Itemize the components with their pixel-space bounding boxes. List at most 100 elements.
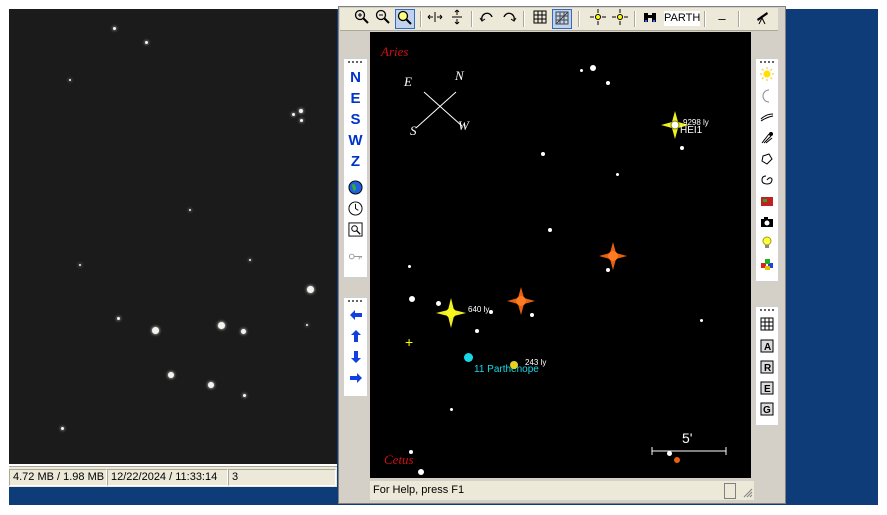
compass-n: N	[455, 68, 464, 83]
camera-icon[interactable]	[756, 215, 778, 235]
center-icon[interactable]	[588, 9, 608, 29]
star[interactable]	[475, 329, 479, 333]
photo-viewer[interactable]	[9, 9, 337, 464]
constellation-label-cetus: Cetus	[384, 452, 414, 467]
star[interactable]	[590, 65, 596, 71]
toolbar-grip[interactable]	[348, 61, 362, 66]
star[interactable]	[418, 469, 424, 475]
magnifier-icon[interactable]	[344, 222, 367, 243]
photo-status-bar: 4.72 MB / 1.98 MB 12/22/2024 / 11:33:14 …	[9, 466, 337, 487]
star[interactable]	[606, 81, 610, 85]
star[interactable]	[580, 69, 583, 72]
move-toolbar	[343, 297, 368, 397]
moon-icon[interactable]	[756, 89, 778, 109]
status-bar: For Help, press F1	[370, 481, 754, 500]
arrow-down-icon[interactable]	[344, 349, 367, 370]
asteroid-icon[interactable]	[756, 131, 778, 151]
minus-button[interactable]: –	[712, 9, 732, 29]
chart-toolbar: PARTH –	[340, 8, 778, 31]
star[interactable]	[489, 310, 493, 314]
star[interactable]	[616, 173, 619, 176]
binoculars-icon[interactable]	[640, 9, 660, 29]
star[interactable]	[700, 319, 703, 322]
compass-s: S	[410, 123, 417, 138]
label-hei1: HEI1	[680, 125, 703, 136]
svg-text:G: G	[763, 405, 771, 416]
toolbar-separator	[523, 11, 525, 27]
globe-icon[interactable]	[344, 180, 367, 201]
toolbar-separator	[471, 11, 473, 27]
zoom-fit-icon[interactable]	[395, 9, 415, 29]
arrow-left-icon[interactable]	[344, 307, 367, 328]
bulb-icon[interactable]	[756, 236, 778, 256]
star[interactable]	[667, 451, 672, 456]
orange-star-small[interactable]	[674, 457, 680, 463]
clock-icon[interactable]	[344, 201, 367, 222]
galaxy-icon[interactable]	[756, 173, 778, 193]
color-icon[interactable]	[756, 257, 778, 277]
scale-label: 5'	[682, 430, 693, 446]
label-g-icon[interactable]: G	[756, 402, 778, 422]
planet-icon[interactable]	[756, 152, 778, 172]
zoom-in-icon[interactable]	[352, 9, 372, 29]
toolbar-separator	[634, 11, 636, 27]
toolbar-grip[interactable]	[348, 300, 362, 305]
star[interactable]	[541, 152, 545, 156]
svg-text:A: A	[764, 342, 771, 353]
flip-horizontal-icon[interactable]	[425, 9, 445, 29]
zoom-out-icon[interactable]	[373, 9, 393, 29]
constellation-label-aries: Aries	[381, 44, 409, 59]
direction-w-button[interactable]: W	[344, 130, 367, 151]
yellow-star-640ly[interactable]	[436, 298, 466, 328]
target-cross: +	[405, 334, 414, 350]
direction-e-button[interactable]: E	[344, 88, 367, 109]
star[interactable]	[409, 296, 415, 302]
grid-icon[interactable]	[530, 9, 550, 29]
center-alt-icon[interactable]	[610, 9, 630, 29]
telescope-icon[interactable]	[752, 9, 772, 29]
sky-chart[interactable]: Aries Cetus N E S W 9298 ly HEI1 640 ly …	[370, 32, 751, 478]
image-datetime: 12/22/2024 / 11:33:14	[107, 469, 228, 486]
star[interactable]	[408, 265, 411, 268]
asteroid-marker[interactable]	[464, 353, 473, 362]
star-243ly[interactable]	[510, 361, 518, 369]
toolbar-grip[interactable]	[760, 309, 774, 314]
label-e-icon[interactable]: E	[756, 381, 778, 401]
sun-icon[interactable]	[756, 67, 778, 87]
direction-toolbar: N E S W Z	[343, 58, 368, 278]
object-toolbar	[755, 58, 779, 282]
svg-text:R: R	[764, 363, 772, 374]
label-r-icon[interactable]: R	[756, 360, 778, 380]
star[interactable]	[548, 228, 552, 232]
orange-star[interactable]	[507, 287, 535, 315]
rotate-cw-icon[interactable]	[477, 9, 497, 29]
comet-icon[interactable]	[756, 110, 778, 130]
direction-n-button[interactable]: N	[344, 67, 367, 88]
toolbar-separator	[578, 11, 580, 27]
status-panel	[724, 483, 736, 499]
status-help-text: For Help, press F1	[373, 484, 465, 496]
compass-e: E	[404, 74, 412, 89]
rotate-ccw-icon[interactable]	[499, 9, 519, 29]
image-count: 3	[228, 469, 336, 486]
resize-grip-icon[interactable]	[742, 487, 753, 498]
key-icon[interactable]	[344, 249, 367, 270]
star-distance-243: 243 ly	[525, 358, 547, 367]
star[interactable]	[450, 408, 453, 411]
table-icon[interactable]	[756, 317, 778, 337]
scale-bar	[651, 447, 727, 455]
arrow-up-icon[interactable]	[344, 328, 367, 349]
orange-star[interactable]	[599, 242, 627, 270]
flip-vertical-icon[interactable]	[447, 9, 467, 29]
star[interactable]	[680, 146, 684, 150]
grid-alt-icon[interactable]	[552, 9, 572, 29]
direction-z-button[interactable]: Z	[344, 151, 367, 172]
search-input[interactable]: PARTH	[664, 11, 700, 26]
toolbar-separator	[704, 11, 706, 27]
arrow-right-icon[interactable]	[344, 370, 367, 391]
toolbar-grip[interactable]	[760, 61, 774, 66]
image-icon[interactable]	[756, 194, 778, 214]
label-a-icon[interactable]: A	[756, 339, 778, 359]
direction-s-button[interactable]: S	[344, 109, 367, 130]
star[interactable]	[409, 450, 413, 454]
